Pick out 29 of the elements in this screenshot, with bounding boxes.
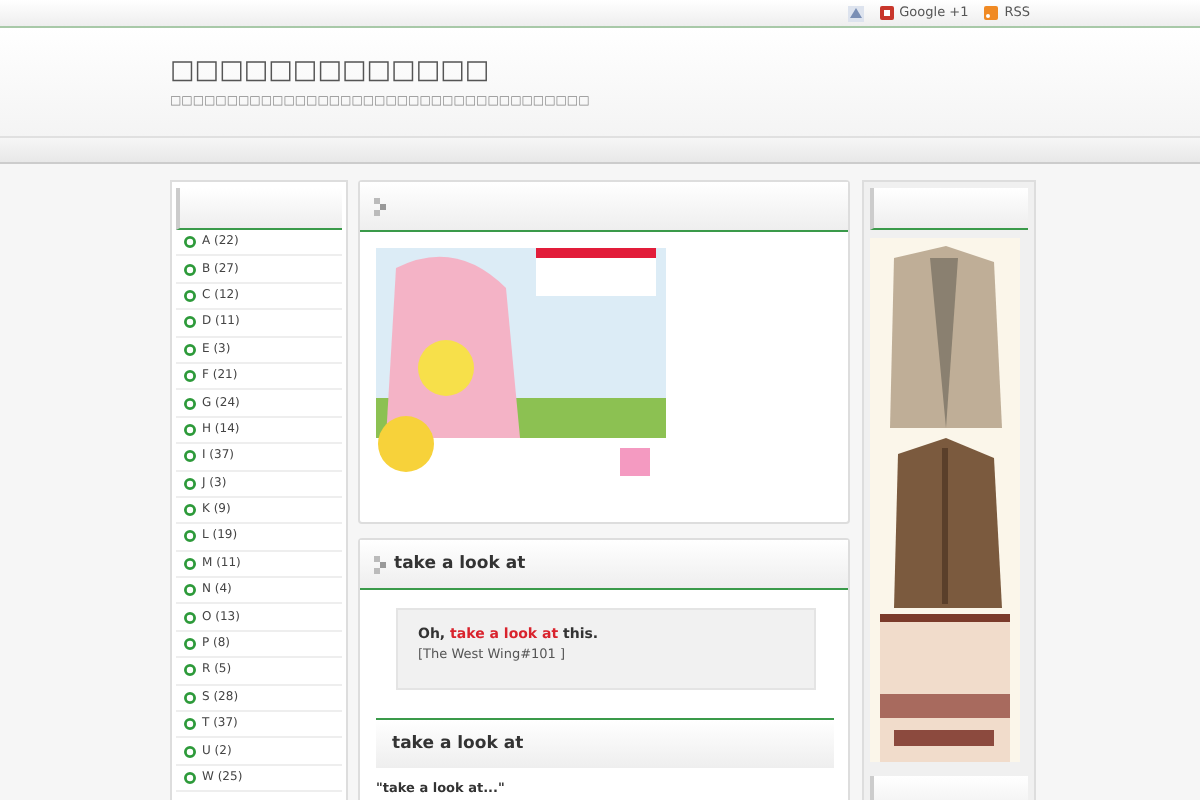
bullet-icon [184,370,196,383]
bullet-icon [184,772,196,784]
post-title[interactable]: take a look at [394,554,526,574]
bullet-icon [184,316,196,329]
google-plus-icon [879,6,894,20]
bullet-icon [184,584,196,597]
bullet-icon [184,530,196,543]
bullet-icon [184,343,196,356]
bullet-icon [184,664,196,677]
bullet-icon [184,638,196,651]
bullet-icon [184,423,196,436]
bullet-icon [184,745,196,758]
header-icon [374,555,388,573]
bullet-icon [184,557,196,570]
bullet-icon [184,691,196,704]
rss-icon [984,6,999,20]
bullet-icon [184,611,196,624]
bullet-icon [184,450,196,463]
share-icon[interactable] [847,5,864,21]
bullet-icon [184,263,196,276]
bullet-icon [184,477,196,490]
site-title[interactable]: □□□□□□□□□□□□□ [170,56,1200,88]
header-icon [374,197,388,215]
bullet-icon [184,397,196,410]
bullet-icon [184,504,196,517]
bullet-icon [184,236,196,249]
bullet-icon [184,289,196,302]
bullet-icon [184,718,196,731]
section-title: take a look at [392,734,524,754]
